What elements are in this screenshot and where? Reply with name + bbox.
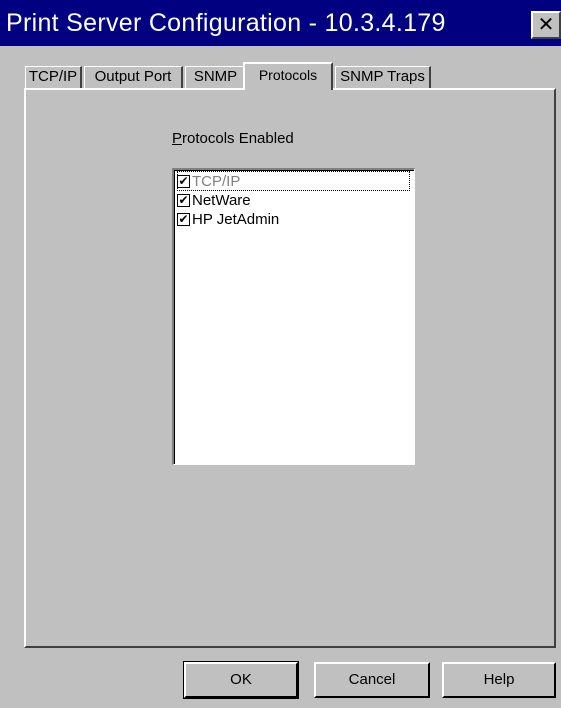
tab-protocols[interactable]: Protocols bbox=[243, 62, 333, 90]
checkbox-tcp-ip[interactable]: ✔ bbox=[177, 174, 190, 188]
protocols-enabled-label: Protocols Enabled bbox=[172, 130, 294, 147]
title-bar: Print Server Configuration - 10.3.4.179 … bbox=[0, 0, 561, 46]
tab-output-port[interactable]: Output Port bbox=[84, 66, 183, 88]
list-item-label: NetWare bbox=[192, 191, 251, 209]
ok-button[interactable]: OK bbox=[183, 661, 299, 699]
label-rest: rotocols Enabled bbox=[182, 130, 294, 147]
list-item-label: HP JetAdmin bbox=[192, 210, 280, 228]
tab-tcp-ip[interactable]: TCP/IP bbox=[25, 66, 82, 88]
protocols-listbox[interactable]: ✔ TCP/IP ✔ NetWare ✔ HP JetAdmin bbox=[172, 168, 415, 465]
checkbox-hp-jetadmin[interactable]: ✔ bbox=[177, 212, 190, 226]
list-item-tcp-ip[interactable]: ✔ TCP/IP bbox=[177, 171, 410, 191]
checkbox-netware[interactable]: ✔ bbox=[177, 193, 190, 207]
list-item-label: TCP/IP bbox=[192, 172, 241, 190]
list-item-hp-jetadmin[interactable]: ✔ HP JetAdmin bbox=[177, 209, 279, 229]
tab-snmp[interactable]: SNMP bbox=[185, 66, 247, 88]
label-mnemonic: P bbox=[172, 130, 183, 147]
close-button[interactable]: ✕ bbox=[531, 11, 561, 39]
tab-panel-protocols: Protocols Enabled ✔ TCP/IP ✔ NetWare ✔ H… bbox=[24, 88, 556, 648]
tab-snmp-traps[interactable]: SNMP Traps bbox=[335, 66, 431, 88]
list-item-netware[interactable]: ✔ NetWare bbox=[177, 190, 251, 210]
help-button[interactable]: Help bbox=[442, 662, 556, 698]
cancel-button[interactable]: Cancel bbox=[314, 662, 430, 698]
window-title: Print Server Configuration - 10.3.4.179 bbox=[6, 9, 446, 37]
close-icon: ✕ bbox=[537, 12, 555, 36]
